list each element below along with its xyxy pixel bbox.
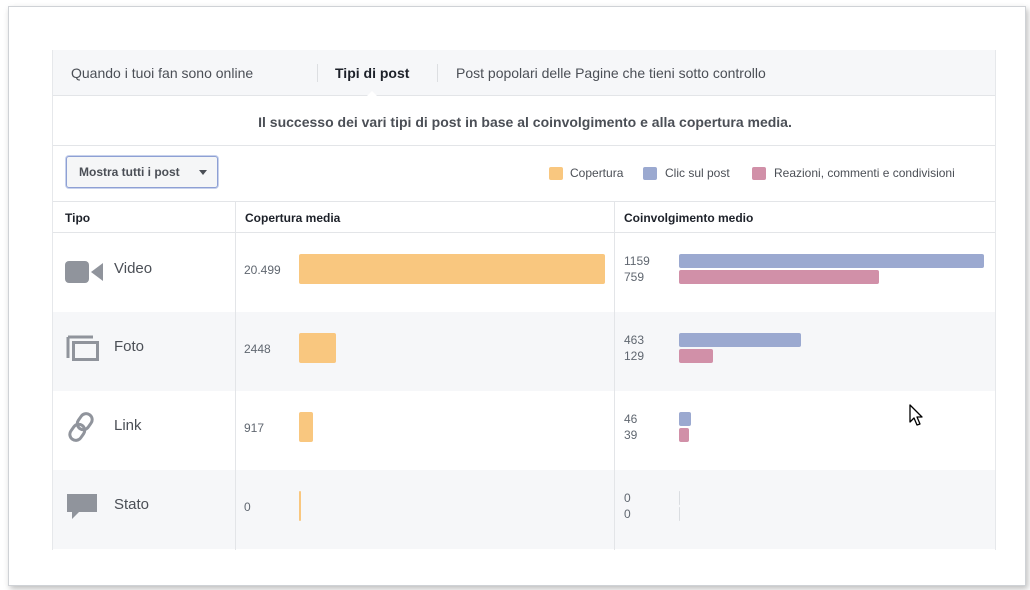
- reactions-bar: [679, 270, 879, 284]
- tab-separator: [317, 64, 318, 82]
- clicks-value: 46: [624, 412, 638, 426]
- reach-value: 20.499: [244, 263, 281, 277]
- reach-value: 2448: [244, 342, 271, 356]
- column-header-engagement: Coinvolgimento medio: [624, 211, 754, 225]
- reactions-value: 39: [624, 428, 638, 442]
- reactions-value: 759: [624, 270, 645, 284]
- reach-value: 0: [244, 500, 251, 514]
- status-speech-bubble-icon: [67, 494, 97, 519]
- photo-icon: [66, 335, 99, 361]
- legend-swatch-reach: [549, 167, 563, 180]
- type-label: Foto: [114, 338, 145, 355]
- tab-separator: [437, 64, 438, 82]
- clicks-value: 463: [624, 333, 645, 347]
- link-icon: [68, 412, 94, 442]
- table-row-status: Stato 0 0 0: [53, 470, 995, 549]
- tab-post-types[interactable]: Tipi di post: [335, 50, 410, 97]
- clicks-value: 0: [624, 491, 631, 505]
- table-row-link: Link 917 46 39: [53, 391, 995, 470]
- post-filter-label: Mostra tutti i post: [79, 165, 180, 179]
- reach-bar: [299, 491, 301, 521]
- reactions-bar: [679, 428, 690, 442]
- reactions-bar: [679, 507, 680, 521]
- tab-fans-online[interactable]: Quando i tuoi fan sono online: [71, 50, 253, 96]
- column-divider: [235, 201, 236, 550]
- video-camera-icon: [65, 261, 103, 283]
- column-header-reach: Copertura media: [245, 211, 341, 225]
- tab-popular-posts[interactable]: Post popolari delle Pagine che tieni sot…: [456, 50, 766, 96]
- legend-label: Copertura: [570, 166, 624, 180]
- type-label: Link: [114, 417, 142, 434]
- tab-post-types-label: Tipi di post: [335, 65, 410, 81]
- clicks-bar: [679, 333, 801, 347]
- legend-label: Reazioni, commenti e condivisioni: [774, 166, 955, 180]
- legend-label: Clic sul post: [665, 166, 730, 180]
- reactions-value: 0: [624, 507, 631, 521]
- post-filter-dropdown[interactable]: Mostra tutti i post: [66, 156, 218, 188]
- section-subtitle: Il successo dei vari tipi di post in bas…: [53, 96, 995, 146]
- reach-bar: [299, 333, 336, 363]
- column-divider: [614, 201, 615, 550]
- reach-bar: [299, 254, 605, 284]
- mouse-cursor-icon: [909, 404, 923, 426]
- reactions-value: 129: [624, 349, 645, 363]
- clicks-bar: [679, 412, 692, 426]
- chevron-down-icon: [199, 170, 207, 175]
- reach-bar: [299, 412, 313, 442]
- table-row-photo: Foto 2448 463 129: [53, 312, 995, 391]
- type-label: Stato: [114, 496, 150, 513]
- clicks-bar: [679, 254, 984, 268]
- column-header-type: Tipo: [65, 211, 91, 225]
- clicks-value: 1159: [624, 254, 650, 268]
- table-header: Tipo Copertura media Coinvolgimento medi…: [53, 201, 995, 233]
- reach-value: 917: [244, 421, 265, 435]
- tab-bar: Quando i tuoi fan sono online Tipi di po…: [53, 50, 995, 97]
- clicks-bar: [679, 491, 680, 505]
- legend-swatch-reactions: [752, 167, 766, 180]
- insights-panel: Quando i tuoi fan sono online Tipi di po…: [52, 50, 996, 550]
- legend-swatch-clicks: [643, 167, 657, 180]
- table-row-video: Video 20.499 1159 759: [53, 233, 995, 312]
- reactions-bar: [679, 349, 713, 363]
- type-label: Video: [114, 260, 153, 277]
